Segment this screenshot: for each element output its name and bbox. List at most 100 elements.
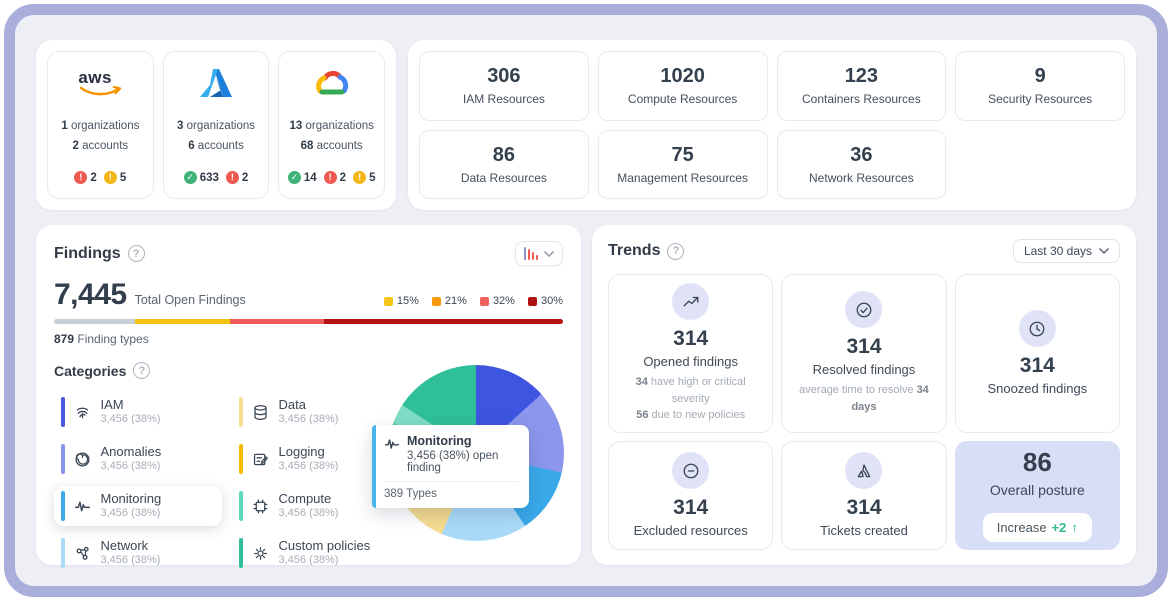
legend-item-low: 15% — [384, 295, 419, 307]
help-icon[interactable]: ? — [128, 245, 145, 262]
provider-card-aws[interactable]: aws 1 organizations 2 accounts !2 !5 — [47, 51, 154, 199]
category-item-monitoring[interactable]: Monitoring 3,456 (38%) — [54, 486, 222, 526]
posture-score: 86 — [1023, 449, 1052, 475]
severity-segment — [54, 319, 135, 324]
error-icon: ! — [324, 171, 337, 184]
category-item-network[interactable]: Network 3,456 (38%) — [54, 533, 222, 573]
dashboard: aws 1 organizations 2 accounts !2 !5 — [0, 0, 1172, 601]
error-icon: ! — [226, 171, 239, 184]
trend-card-opened-findings[interactable]: 314 Opened findings 34 have high or crit… — [608, 274, 773, 433]
category-label: Custom policies — [279, 538, 371, 554]
resource-card-compute[interactable]: 1020 Compute Resources — [598, 51, 768, 121]
posture-label: Overall posture — [990, 482, 1085, 498]
severity-segment — [135, 319, 229, 324]
chevron-down-icon — [1099, 248, 1109, 254]
category-color-bar — [61, 444, 65, 474]
category-stat: 3,456 (38%) — [101, 413, 161, 427]
resource-count: 9 — [1035, 65, 1046, 88]
resource-card-security[interactable]: 9 Security Resources — [955, 51, 1125, 121]
severity-legend: 15% 21% 32% 30% — [384, 295, 563, 307]
trend-value: 314 — [846, 497, 881, 518]
trend-card-resolved-findings[interactable]: 314 Resolved findings average time to re… — [781, 274, 946, 433]
resource-count: 86 — [493, 144, 515, 167]
waveform-icon — [384, 436, 400, 474]
help-icon[interactable]: ? — [133, 362, 150, 379]
minus-circle-icon — [672, 452, 709, 489]
date-range-select[interactable]: Last 30 days — [1013, 239, 1120, 263]
aws-logo-text: aws — [78, 69, 122, 86]
azure-logo-icon — [199, 64, 233, 102]
category-stat: 3,456 (38%) — [279, 554, 371, 568]
category-color-bar — [239, 397, 243, 427]
categories-title: Categories — [54, 363, 126, 379]
aws-logo: aws — [78, 64, 122, 102]
category-stat: 3,456 (38%) — [279, 460, 339, 474]
trend-value: 314 — [1020, 355, 1055, 376]
check-icon: ✓ — [184, 171, 197, 184]
provider-card-google-cloud[interactable]: 13 organizations 68 accounts ✓14 !2 !5 — [278, 51, 385, 199]
database-icon — [251, 402, 271, 422]
trend-card-excluded-resources[interactable]: 314 Excluded resources — [608, 441, 773, 550]
cloud-providers-panel: aws 1 organizations 2 accounts !2 !5 — [36, 40, 396, 210]
warning-badge: !5 — [104, 171, 126, 184]
findings-panel: Findings ? 7,445 Total Open Findings 15% — [36, 225, 581, 565]
account-count-line: 2 accounts — [61, 137, 139, 157]
resource-label: Compute Resources — [628, 92, 737, 106]
pie-tooltip: Monitoring 3,456 (38%) open finding 389 … — [372, 425, 529, 508]
warning-icon: ! — [353, 171, 366, 184]
log-edit-icon — [251, 449, 271, 469]
categories-grid: IAM 3,456 (38%) Data 3,456 (38%) — [54, 392, 404, 573]
clock-icon — [1019, 310, 1056, 347]
provider-card-azure[interactable]: 3 organizations 6 accounts ✓633 !2 — [163, 51, 270, 199]
resource-label: IAM Resources — [463, 92, 545, 106]
fingerprint-icon — [73, 402, 93, 422]
category-label: IAM — [101, 397, 161, 413]
category-color-bar — [61, 397, 65, 427]
resource-card-iam[interactable]: 306 IAM Resources — [419, 51, 589, 121]
resource-label: Network Resources — [809, 171, 914, 185]
success-badge: ✓633 — [184, 171, 219, 184]
resource-label: Management Resources — [617, 171, 748, 185]
trends-title: Trends — [608, 242, 660, 260]
arrow-up-icon: ↑ — [1071, 520, 1078, 535]
resource-label: Containers Resources — [802, 92, 921, 106]
category-label: Logging — [279, 444, 339, 460]
category-item-anomalies[interactable]: Anomalies 3,456 (38%) — [54, 439, 222, 479]
date-range-value: Last 30 days — [1024, 244, 1092, 258]
trend-subtext: average time to resolve 34 days — [790, 382, 937, 415]
trend-value: 314 — [673, 497, 708, 518]
help-icon[interactable]: ? — [667, 243, 684, 260]
legend-item-critical: 30% — [528, 295, 563, 307]
category-item-iam[interactable]: IAM 3,456 (38%) — [54, 392, 222, 432]
error-badge: !2 — [324, 171, 346, 184]
trend-card-tickets-created[interactable]: 314 Tickets created — [781, 441, 946, 550]
trend-label: Snoozed findings — [987, 381, 1087, 396]
trend-card-overall-posture[interactable]: 86 Overall posture Increase +2 ↑ — [955, 441, 1120, 550]
org-count-line: 13 organizations — [289, 117, 373, 137]
error-badge: !2 — [226, 171, 248, 184]
tooltip-divider — [384, 481, 519, 482]
resource-card-management[interactable]: 75 Management Resources — [598, 130, 768, 200]
resource-card-data[interactable]: 86 Data Resources — [419, 130, 589, 200]
category-stat: 3,456 (38%) — [101, 460, 162, 474]
category-stat: 3,456 (38%) — [279, 413, 339, 427]
resource-count: 36 — [850, 144, 872, 167]
resource-count: 1020 — [660, 65, 705, 88]
google-cloud-logo-icon — [312, 64, 352, 102]
trend-value: 314 — [846, 336, 881, 357]
resource-card-network[interactable]: 36 Network Resources — [777, 130, 947, 200]
trend-card-snoozed-findings[interactable]: 314 Snoozed findings — [955, 274, 1120, 433]
category-item-custom-policies[interactable]: Custom policies 3,456 (38%) — [232, 533, 400, 573]
chart-type-selector[interactable] — [515, 241, 564, 266]
warning-icon: ! — [104, 171, 117, 184]
severity-distribution-bar — [54, 319, 563, 324]
category-color-bar — [239, 444, 243, 474]
waveform-icon — [73, 496, 93, 516]
finding-types-line: 879 Finding types — [54, 332, 563, 346]
severity-segment — [324, 319, 563, 324]
resource-card-containers[interactable]: 123 Containers Resources — [777, 51, 947, 121]
total-open-findings-label: Total Open Findings — [135, 293, 246, 307]
check-circle-icon — [845, 291, 882, 328]
category-color-bar — [61, 538, 65, 568]
tooltip-types: 389 Types — [384, 488, 519, 500]
